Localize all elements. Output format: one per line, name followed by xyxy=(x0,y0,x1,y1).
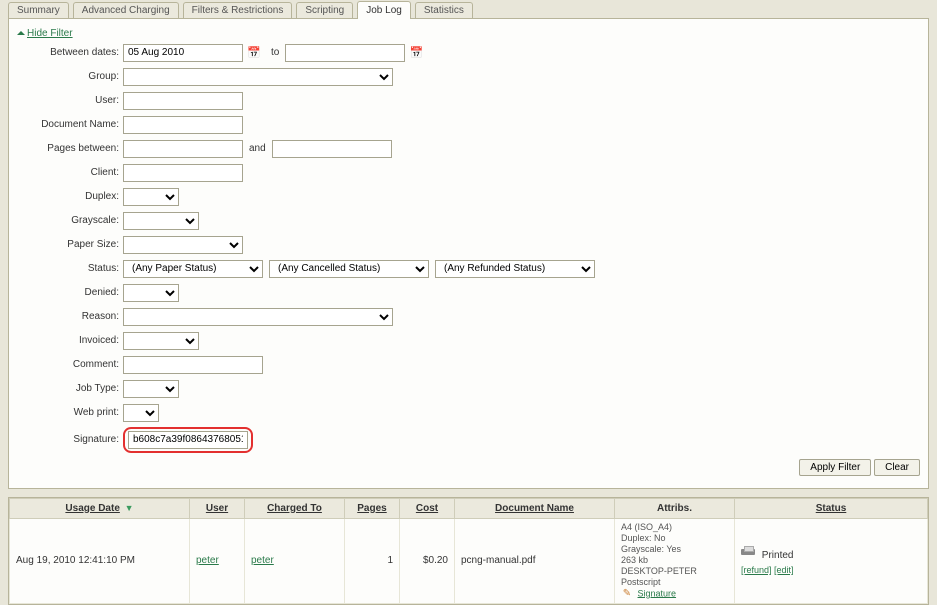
col-document-name-label: Document Name xyxy=(495,503,574,514)
label-client: Client: xyxy=(17,167,123,178)
tab-statistics[interactable]: Statistics xyxy=(415,2,473,18)
user-input[interactable] xyxy=(123,92,243,110)
cell-cost: $0.20 xyxy=(400,518,455,603)
label-signature: Signature: xyxy=(17,434,123,445)
table-row: Aug 19, 2010 12:41:10 PM peter peter 1 $… xyxy=(10,518,928,603)
cell-pages: 1 xyxy=(345,518,400,603)
denied-select[interactable] xyxy=(123,284,179,302)
label-user: User: xyxy=(17,95,123,106)
label-reason: Reason: xyxy=(17,311,123,322)
label-between-dates: Between dates: xyxy=(17,47,123,58)
label-paper-size: Paper Size: xyxy=(17,239,123,250)
col-charged-to-label: Charged To xyxy=(267,503,322,514)
col-usage-date[interactable]: Usage Date ▼ xyxy=(10,498,190,518)
label-status: Status: xyxy=(17,263,123,274)
grayscale-select[interactable] xyxy=(123,212,199,230)
tab-scripting[interactable]: Scripting xyxy=(296,2,353,18)
label-job-type: Job Type: xyxy=(17,383,123,394)
calendar-icon[interactable]: 📅 xyxy=(247,46,261,60)
label-denied: Denied: xyxy=(17,287,123,298)
hide-filter-label: Hide Filter xyxy=(27,28,73,39)
printer-icon xyxy=(741,546,755,558)
date-to-input[interactable] xyxy=(285,44,405,62)
clear-button[interactable]: Clear xyxy=(874,459,920,476)
signature-icon: ✎ xyxy=(621,588,633,600)
label-duplex: Duplex: xyxy=(17,191,123,202)
hide-filter-link[interactable]: Hide Filter xyxy=(17,28,73,39)
cell-status: Printed [refund] [edit] xyxy=(735,518,928,603)
invoiced-select[interactable] xyxy=(123,332,199,350)
tab-bar: Summary Advanced Charging Filters & Rest… xyxy=(4,0,933,18)
attrib-host: DESKTOP-PETER xyxy=(621,566,728,577)
signature-input[interactable] xyxy=(128,431,248,449)
tab-filters-restrictions[interactable]: Filters & Restrictions xyxy=(183,2,293,18)
col-cost[interactable]: Cost xyxy=(400,498,455,518)
col-user-label: User xyxy=(206,503,228,514)
col-pages-label: Pages xyxy=(357,503,386,514)
collapse-icon xyxy=(17,31,25,35)
col-usage-date-label: Usage Date xyxy=(65,503,119,514)
label-and: and xyxy=(249,143,266,154)
filter-panel: Hide Filter Between dates: 📅 to 📅 Group:… xyxy=(8,18,929,489)
col-document-name[interactable]: Document Name xyxy=(455,498,615,518)
refund-link[interactable]: [refund] xyxy=(741,565,772,575)
cell-charged-to-link[interactable]: peter xyxy=(251,555,274,566)
apply-filter-button[interactable]: Apply Filter xyxy=(799,459,871,476)
status-refunded-select[interactable]: (Any Refunded Status) xyxy=(435,260,595,278)
signature-highlight xyxy=(123,427,253,453)
attrib-size: 263 kb xyxy=(621,555,728,566)
attrib-grayscale: Grayscale: Yes xyxy=(621,544,728,555)
filter-form: Between dates: 📅 to 📅 Group: User: Docum… xyxy=(17,43,920,453)
duplex-select[interactable] xyxy=(123,188,179,206)
col-pages[interactable]: Pages xyxy=(345,498,400,518)
attrib-lang: Postscript xyxy=(621,577,728,588)
job-log-grid: Usage Date ▼ User Charged To Pages Cost … xyxy=(8,497,929,605)
col-attribs: Attribs. xyxy=(615,498,735,518)
label-grayscale: Grayscale: xyxy=(17,215,123,226)
client-input[interactable] xyxy=(123,164,243,182)
tab-advanced-charging[interactable]: Advanced Charging xyxy=(73,2,179,18)
cell-user-link[interactable]: peter xyxy=(196,555,219,566)
label-to: to xyxy=(271,47,279,58)
date-from-input[interactable] xyxy=(123,44,243,62)
attrib-paper: A4 (ISO_A4) xyxy=(621,522,728,533)
col-status[interactable]: Status xyxy=(735,498,928,518)
label-document-name: Document Name: xyxy=(17,119,123,130)
tab-summary[interactable]: Summary xyxy=(8,2,69,18)
status-state: Printed xyxy=(762,550,794,561)
calendar-icon[interactable]: 📅 xyxy=(409,46,423,60)
col-user[interactable]: User xyxy=(190,498,245,518)
pages-from-input[interactable] xyxy=(123,140,243,158)
cell-usage-date: Aug 19, 2010 12:41:10 PM xyxy=(10,518,190,603)
attrib-signature-link[interactable]: Signature xyxy=(638,588,677,598)
edit-link[interactable]: [edit] xyxy=(774,565,794,575)
col-charged-to[interactable]: Charged To xyxy=(245,498,345,518)
attrib-duplex: Duplex: No xyxy=(621,533,728,544)
col-attribs-label: Attribs. xyxy=(657,503,692,514)
status-cancelled-select[interactable]: (Any Cancelled Status) xyxy=(269,260,429,278)
status-paper-select[interactable]: (Any Paper Status) xyxy=(123,260,263,278)
comment-input[interactable] xyxy=(123,356,263,374)
cell-document-name: pcng-manual.pdf xyxy=(455,518,615,603)
label-group: Group: xyxy=(17,71,123,82)
paper-size-select[interactable] xyxy=(123,236,243,254)
tab-job-log[interactable]: Job Log xyxy=(357,1,411,19)
col-cost-label: Cost xyxy=(416,503,438,514)
document-name-input[interactable] xyxy=(123,116,243,134)
web-print-select[interactable] xyxy=(123,404,159,422)
label-pages-between: Pages between: xyxy=(17,143,123,154)
job-type-select[interactable] xyxy=(123,380,179,398)
label-web-print: Web print: xyxy=(17,407,123,418)
label-comment: Comment: xyxy=(17,359,123,370)
pages-to-input[interactable] xyxy=(272,140,392,158)
label-invoiced: Invoiced: xyxy=(17,335,123,346)
reason-select[interactable] xyxy=(123,308,393,326)
group-select[interactable] xyxy=(123,68,393,86)
sort-desc-icon: ▼ xyxy=(125,503,134,513)
col-status-label: Status xyxy=(816,503,847,514)
cell-attribs: A4 (ISO_A4) Duplex: No Grayscale: Yes 26… xyxy=(615,518,735,603)
